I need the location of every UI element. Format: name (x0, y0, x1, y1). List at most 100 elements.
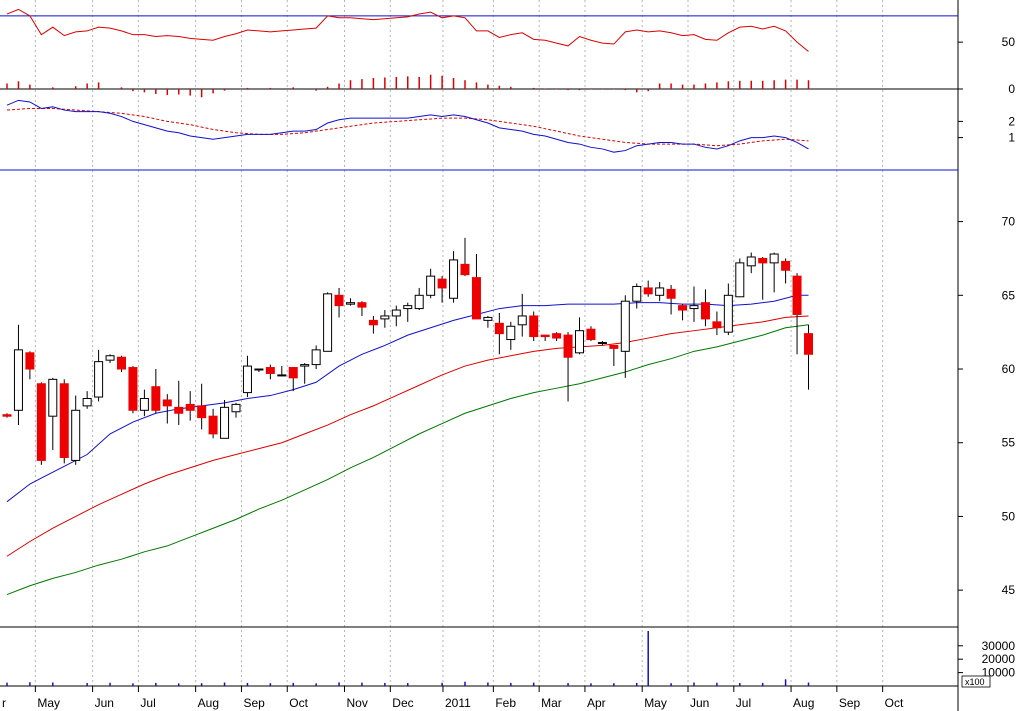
candle-body (151, 386, 161, 411)
candle-body (597, 341, 607, 344)
candle-body (197, 405, 207, 419)
candle-body (460, 263, 470, 276)
candle-body (792, 275, 802, 315)
x-tick-label: Feb (495, 696, 516, 710)
x-tick-label: Sep (839, 696, 861, 710)
y-tick-label: 1 (1008, 131, 1015, 145)
candle-body (655, 287, 665, 296)
candle-body (48, 378, 58, 417)
candle-body (82, 398, 92, 407)
candle-body (620, 300, 630, 352)
candle-body (368, 319, 378, 326)
y-tick-label: 2 (1008, 114, 1015, 128)
y-tick-label: 20000 (982, 652, 1016, 666)
x-tick-label: Jun (690, 696, 709, 710)
x-tick-label: Mar (541, 696, 562, 710)
candle-body (323, 293, 333, 352)
candle-body (540, 334, 550, 338)
candle-body (357, 302, 367, 308)
candle-body (346, 302, 355, 305)
y-tick-label: 45 (1002, 583, 1016, 597)
x-tick-label: May (644, 696, 667, 710)
candle-body (506, 325, 516, 341)
candle-body (242, 365, 252, 394)
x-tick-label: Nov (347, 696, 368, 710)
candle-body (632, 285, 642, 302)
candle-body (2, 414, 12, 417)
y-tick-label: 60 (1002, 362, 1016, 376)
candle-body (723, 294, 733, 333)
candle-body (59, 383, 69, 458)
y-tick-label: 50 (1002, 509, 1016, 523)
candle-body (529, 315, 539, 338)
x-tick-label: Jul (140, 696, 155, 710)
candle-body (563, 334, 573, 358)
candle-body (700, 302, 710, 320)
x-tick-label: Oct (885, 696, 904, 710)
x-tick-label: 2011 (445, 696, 471, 710)
candle-body (277, 374, 287, 377)
candle-body (128, 367, 138, 411)
candle-body (437, 278, 447, 289)
candle-body (449, 259, 459, 299)
candle-body (575, 330, 584, 354)
x-tick-label: Sep (243, 696, 265, 710)
candle-body (220, 406, 230, 439)
rsi-panel (0, 8, 958, 98)
chart-canvas: 05012455055606570100002000030000x100r May… (0, 0, 1016, 711)
grid-lines (34, 0, 884, 686)
candle-body (414, 294, 424, 310)
x-tick-label: Apr (587, 696, 606, 710)
candle-body (36, 383, 46, 461)
axes: 05012455055606570100002000030000x100r May… (2, 35, 1016, 710)
candle-body (483, 316, 493, 321)
volume-panel (6, 631, 810, 686)
candle-body (678, 305, 688, 311)
candle-body (265, 367, 275, 374)
y-tick-label: 70 (1002, 215, 1016, 229)
candle-body (139, 398, 149, 411)
candle-body (403, 305, 413, 310)
x-tick-label: Dec (392, 696, 413, 710)
candle-body (71, 409, 81, 461)
candle-body (254, 368, 264, 371)
candle-body (25, 352, 35, 370)
candle-body (288, 367, 298, 379)
candle-body (174, 406, 184, 414)
candle-body (552, 333, 562, 339)
candle-body (185, 403, 195, 411)
candle-body (804, 333, 813, 355)
x-tick-label: Jun (95, 696, 114, 710)
candle-body (609, 344, 619, 349)
y-tick-label: 55 (1002, 436, 1016, 450)
candle-body (380, 315, 390, 320)
x-tick-label: Aug (793, 696, 814, 710)
macd-panel (0, 99, 958, 171)
candle-body (311, 349, 321, 366)
y-tick-label: 0 (1008, 82, 1015, 96)
candle-body (758, 257, 768, 264)
candle-body (162, 399, 172, 407)
y-tick-label: 65 (1002, 288, 1016, 302)
x-tick-label: Jul (736, 696, 751, 710)
candle-body (735, 262, 745, 298)
candle-body (334, 294, 344, 307)
candle-body (781, 260, 791, 271)
candle-body (517, 315, 527, 326)
volume-multiplier-label: x100 (965, 677, 985, 687)
candle-body (300, 364, 310, 367)
y-tick-label: 50 (1002, 35, 1016, 49)
panel-frames (0, 0, 959, 711)
candle-body (712, 321, 722, 329)
price-panel (2, 237, 813, 596)
candle-body (208, 415, 218, 435)
candle-body (105, 355, 115, 361)
candle-body (231, 403, 241, 413)
x-tick-label: Aug (198, 696, 219, 710)
candle-body (643, 287, 653, 295)
x-tick-label: r (2, 696, 6, 710)
x-tick-label: May (37, 696, 60, 710)
x-tick-label: Oct (289, 696, 308, 710)
candle-body (117, 356, 126, 370)
candle-body (586, 328, 596, 341)
